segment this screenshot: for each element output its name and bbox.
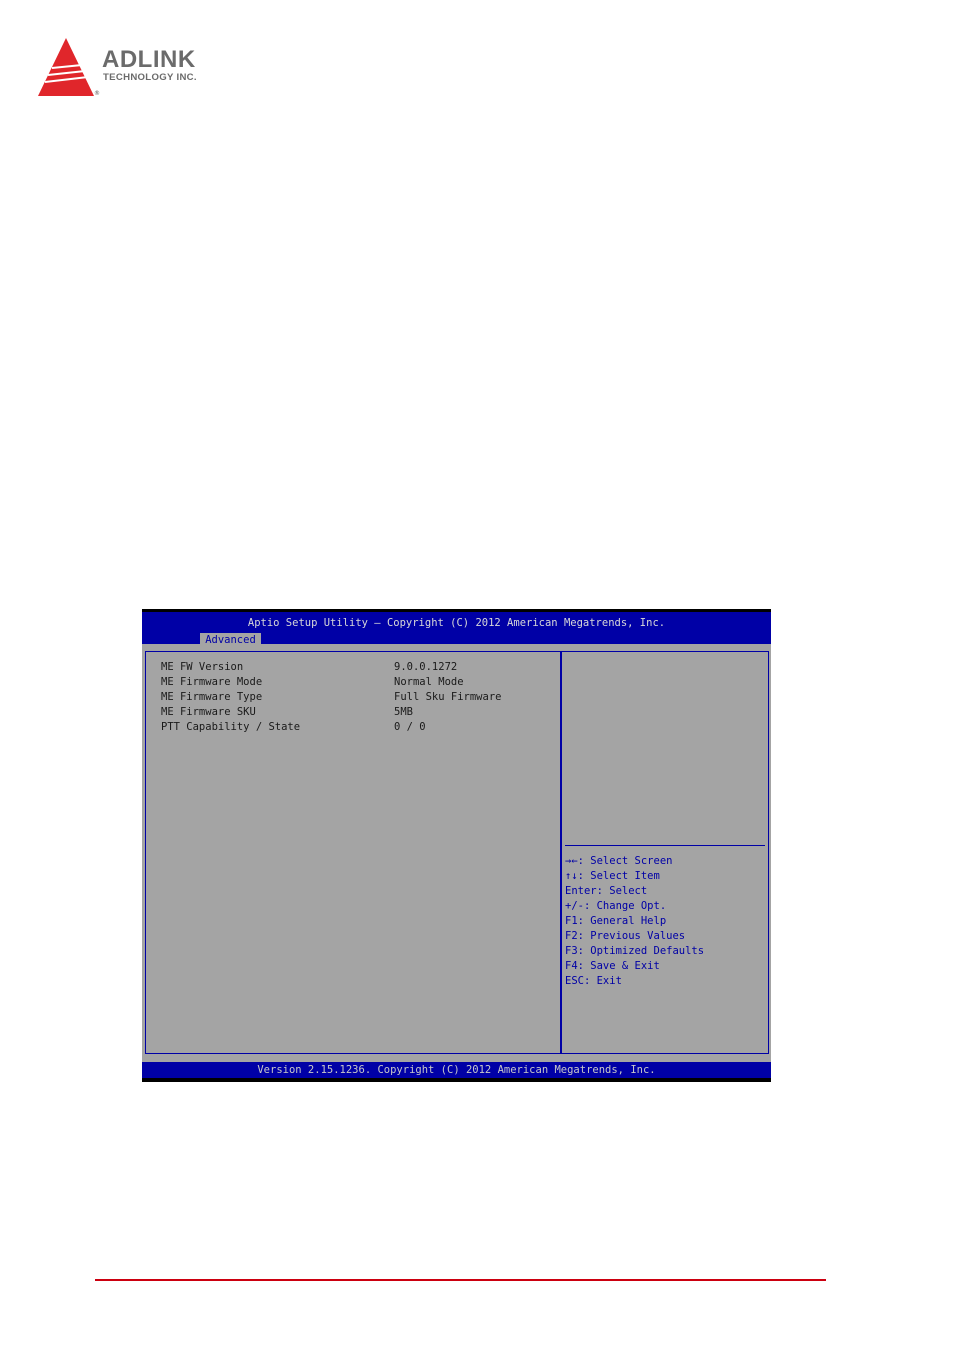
setting-value: Full Sku Firmware — [394, 691, 502, 703]
help-esc-exit: ESC: Exit — [565, 975, 622, 987]
brand-subtitle: TECHNOLOGY INC. — [103, 72, 197, 83]
help-general-help: F1: General Help — [565, 915, 667, 927]
adlink-logo: ® ADLINK TECHNOLOGY INC. — [38, 38, 238, 100]
registered-mark: ® — [94, 90, 100, 97]
help-divider — [565, 845, 765, 846]
help-select-screen: →←: Select Screen — [565, 855, 673, 867]
page-footer-rule — [95, 1279, 826, 1281]
setting-label: ME Firmware Type — [161, 691, 263, 703]
setting-label: ME Firmware SKU — [161, 706, 256, 718]
help-optimized-defaults: F3: Optimized Defaults — [565, 945, 705, 957]
setting-label: PTT Capability / State — [161, 721, 301, 733]
setting-value: 5MB — [394, 706, 413, 718]
setting-value: 0 / 0 — [394, 721, 426, 733]
bios-body: ME FW Version 9.0.0.1272 ME Firmware Mod… — [142, 644, 771, 1062]
setting-label: ME FW Version — [161, 661, 244, 673]
triangle-logo-icon — [38, 38, 94, 96]
help-panel: →←: Select Screen ↑↓: Select Item Enter:… — [560, 651, 769, 1054]
help-enter-select: Enter: Select — [565, 885, 648, 897]
help-change-opt: +/-: Change Opt. — [565, 900, 667, 912]
bios-title: Aptio Setup Utility – Copyright (C) 2012… — [247, 617, 666, 629]
bios-setup-screen: Aptio Setup Utility – Copyright (C) 2012… — [142, 609, 771, 1082]
bios-header: Aptio Setup Utility – Copyright (C) 2012… — [142, 612, 771, 647]
setting-value: Normal Mode — [394, 676, 464, 688]
setting-row: PTT Capability / State 0 / 0 — [161, 721, 426, 769]
help-save-exit: F4: Save & Exit — [565, 960, 660, 972]
settings-panel: ME FW Version 9.0.0.1272 ME Firmware Mod… — [145, 651, 560, 1054]
setting-label: ME Firmware Mode — [161, 676, 263, 688]
setting-value: 9.0.0.1272 — [394, 661, 458, 673]
brand-name: ADLINK — [102, 46, 196, 73]
bios-footer: Version 2.15.1236. Copyright (C) 2012 Am… — [142, 1062, 771, 1078]
help-select-item: ↑↓: Select Item — [565, 870, 660, 882]
help-previous-values: F2: Previous Values — [565, 930, 686, 942]
